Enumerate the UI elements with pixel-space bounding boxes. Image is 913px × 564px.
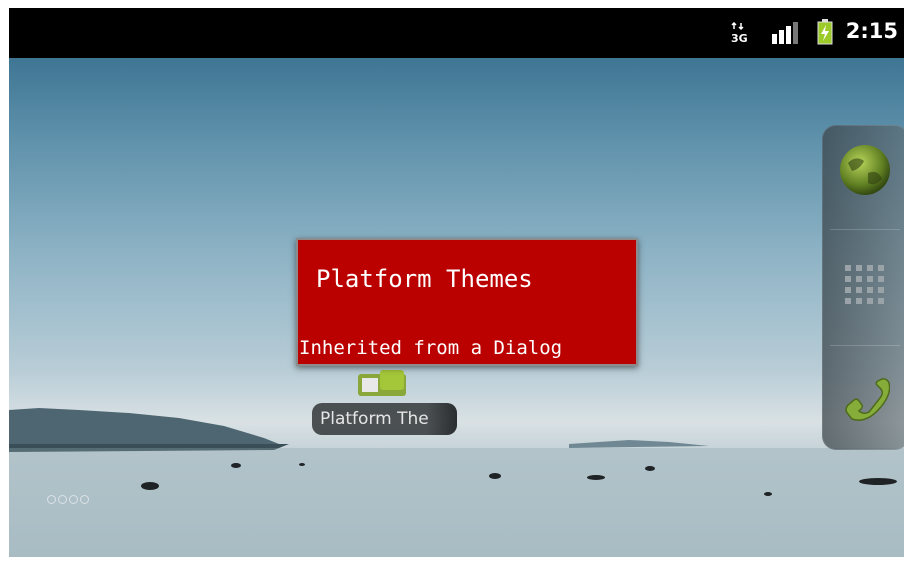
app-shortcut-label-text: Platform The (320, 409, 429, 429)
toast-dialog: Platform Themes Inherited from a Dialog (296, 238, 638, 366)
page-indicator[interactable] (47, 495, 89, 504)
app-drawer-button[interactable] (834, 256, 896, 318)
phone-button[interactable] (834, 370, 896, 432)
rock (645, 466, 655, 471)
signal-bars-icon (772, 22, 798, 48)
rock (231, 463, 241, 468)
dock-divider (830, 345, 900, 346)
browser-button[interactable] (834, 141, 896, 203)
rock (299, 463, 305, 466)
device-screen: 3G 2:15 Platform The Platform Themes Inh… (9, 8, 904, 557)
browser-globe-icon (838, 143, 892, 201)
status-clock: 2:15 (845, 19, 898, 43)
svg-text:3G: 3G (731, 32, 747, 44)
toast-title: Platform Themes (316, 265, 533, 293)
rock (587, 475, 605, 480)
launcher-dock (822, 125, 904, 450)
page-dot (47, 495, 56, 504)
page-dot (69, 495, 78, 504)
rock (764, 492, 772, 496)
battery-charging-icon (817, 19, 833, 49)
toast-subtitle: Inherited from a Dialog (299, 337, 563, 359)
page-dot (80, 495, 89, 504)
platform-themes-app-icon[interactable] (352, 364, 412, 396)
rock (489, 473, 501, 479)
phone-handset-icon (840, 374, 891, 428)
app-shortcut-label[interactable]: Platform The (312, 403, 457, 435)
dock-divider (830, 229, 900, 230)
3g-data-icon: 3G (731, 21, 748, 48)
status-bar: 3G 2:15 (9, 8, 904, 58)
rock (859, 478, 897, 485)
page-dot (58, 495, 67, 504)
app-drawer-grid-icon (842, 262, 888, 312)
rock (141, 482, 159, 490)
